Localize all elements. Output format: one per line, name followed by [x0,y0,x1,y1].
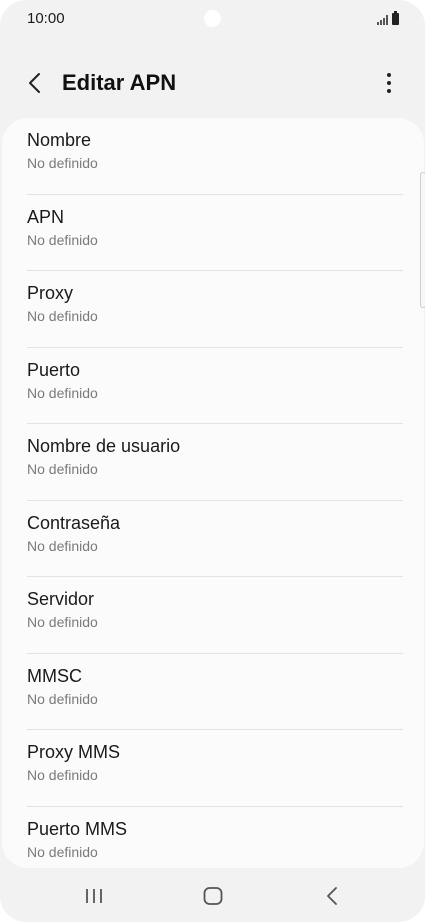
apn-field-item[interactable]: Proxy MMS No definido [2,730,424,807]
chevron-left-icon [29,73,40,93]
more-options-button[interactable] [375,69,403,97]
apn-field-value: No definido [27,155,98,171]
scrollbar[interactable] [420,172,425,308]
back-icon [327,887,337,905]
signal-icon [377,15,388,25]
camera-cutout [204,10,221,27]
recent-apps-button[interactable] [81,884,107,908]
status-icons [377,11,399,25]
apn-field-value: No definido [27,461,98,477]
status-time: 10:00 [27,10,65,27]
apn-field-item[interactable]: Puerto No definido [2,348,424,424]
apn-field-value: No definido [27,231,98,248]
apn-field-item[interactable]: Nombre No definido [2,118,424,195]
apn-field-value: No definido [27,308,98,324]
phone-screen: 10:00 Editar APN Nombre No definido APN … [0,0,425,922]
home-button[interactable] [200,884,226,908]
apn-field-value: No definido [27,690,98,707]
status-bar: 10:00 [0,0,425,38]
apn-field-item[interactable]: Nombre de usuario No definido [2,424,424,501]
apn-field-item[interactable]: APN No definido [2,195,424,271]
apn-field-label: Proxy [27,283,74,303]
apn-field-value: No definido [27,614,98,630]
back-button[interactable] [22,69,50,97]
apn-field-value: No definido [27,767,98,783]
recent-apps-icon [86,889,102,903]
apn-field-item[interactable]: MMSC No definido [2,654,424,730]
apn-field-label: Contraseña [27,512,121,533]
apn-field-label: Nombre [27,130,92,150]
apn-field-label: Puerto [27,359,81,380]
apn-field-item[interactable]: Proxy No definido [2,271,424,348]
apn-field-value: No definido [27,843,98,860]
apn-field-label: Nombre de usuario [27,436,181,456]
page-title: Editar APN [62,70,177,95]
apn-field-label: Puerto MMS [27,818,128,839]
apn-field-value: No definido [27,537,98,554]
apn-field-value: No definido [27,384,98,401]
apn-field-item[interactable]: Puerto MMS No definido [2,807,424,869]
apn-field-label: APN [27,206,65,227]
apn-field-label: Proxy MMS [27,742,121,762]
apn-field-label: MMSC [27,665,82,686]
apn-field-item[interactable]: Servidor No definido [2,577,424,654]
home-icon [203,887,223,905]
apn-field-item[interactable]: Contraseña No definido [2,501,424,577]
apn-field-label: Servidor [27,589,95,609]
apn-field-list: Nombre No definido APN No definido Proxy No d… [2,118,424,868]
more-vertical-icon [387,73,391,93]
battery-icon [392,11,399,25]
apn-settings-list: Nombre No definido APN No definido Proxy No d… [2,118,424,868]
app-bar: Editar APN [0,55,425,111]
nav-back-button[interactable] [320,884,346,908]
navigation-bar [0,870,425,922]
